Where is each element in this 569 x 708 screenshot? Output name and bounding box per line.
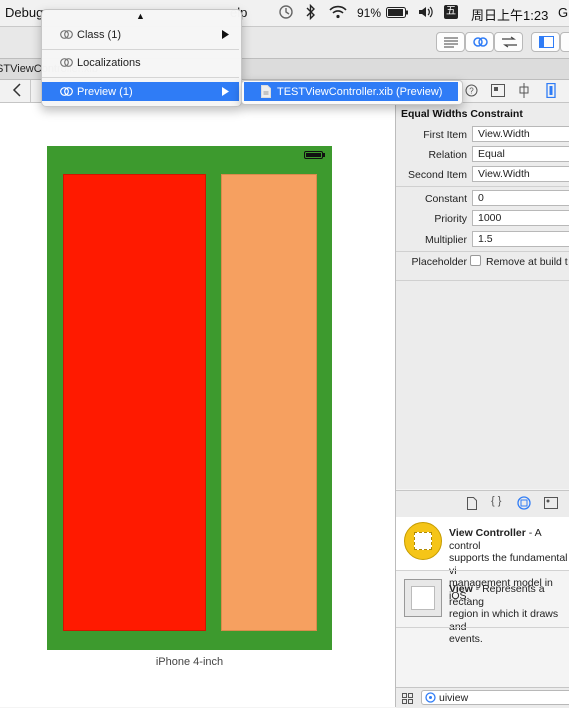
library-filter-value: uiview — [439, 692, 469, 704]
relation-label: Relation — [428, 149, 467, 161]
left-red-view[interactable] — [63, 174, 206, 631]
view-description: View - Represents a rectang region in wh… — [449, 583, 559, 645]
media-library-icon[interactable] — [544, 496, 558, 513]
inspector-section-title: Equal Widths Constraint — [401, 108, 523, 120]
constant-label: Constant — [424, 193, 467, 205]
code-snippet-icon[interactable]: { } — [491, 495, 501, 507]
identity-inspector-icon[interactable] — [491, 84, 505, 100]
svg-text:?: ? — [469, 87, 474, 96]
menu-scroll-up-icon[interactable]: ▲ — [136, 11, 145, 21]
wifi-icon[interactable] — [329, 5, 347, 22]
file-template-icon[interactable] — [467, 497, 477, 513]
library-tabs: { } — [396, 490, 569, 518]
assistant-rings-icon — [473, 37, 488, 47]
view-controller-icon — [404, 522, 442, 560]
multiplier-label: Multiplier — [424, 234, 467, 246]
filter-object-icon — [425, 692, 436, 706]
sidebar-left-icon — [539, 36, 554, 48]
jump-bar-divider — [30, 80, 31, 102]
library-separator — [396, 570, 569, 571]
menu-clock[interactable]: 周日上午1:23 — [471, 5, 548, 24]
menu-separator — [42, 49, 239, 50]
device-battery-icon — [304, 151, 323, 159]
device-label: iPhone 4-inch — [155, 656, 224, 668]
help-icon[interactable]: ? — [465, 84, 478, 100]
library-separator — [396, 627, 569, 628]
version-editor-button[interactable] — [494, 32, 523, 52]
constant-field[interactable]: 0 — [472, 190, 569, 206]
library-filter-field[interactable]: uiview — [421, 690, 569, 705]
debug-toggle-button[interactable] — [560, 32, 569, 52]
swap-arrows-icon — [502, 36, 517, 48]
second-item-label: Second Item — [408, 169, 467, 181]
grid-view-icon[interactable] — [402, 693, 413, 707]
inspector-separator — [396, 280, 569, 281]
first-item-label: First Item — [423, 129, 467, 141]
placeholder-label: Placeholder — [411, 256, 467, 268]
submenu-arrow-icon — [222, 87, 229, 99]
device-battery-tip — [323, 153, 325, 157]
menu-item-preview[interactable]: Preview (1) — [77, 86, 133, 98]
assistant-rings-icon — [60, 29, 73, 43]
placeholder-checkbox-label: Remove at build t — [486, 256, 568, 268]
attributes-inspector-icon[interactable] — [518, 83, 530, 101]
menu-item-class[interactable]: Class (1) — [77, 29, 121, 41]
lines-icon — [444, 37, 458, 48]
time-machine-icon[interactable] — [278, 4, 294, 23]
assistant-editor-button[interactable] — [465, 32, 494, 52]
object-library-icon[interactable] — [517, 496, 531, 513]
multiplier-field[interactable]: 1.5 — [472, 231, 569, 247]
navigator-toggle-button[interactable] — [531, 32, 560, 52]
xib-file-icon — [261, 85, 271, 101]
back-chevron-icon[interactable] — [12, 83, 22, 100]
menu-separator — [42, 77, 239, 78]
priority-label: Priority — [434, 213, 467, 225]
submenu-item-preview-file[interactable]: TESTViewController.xib (Preview) — [277, 86, 442, 98]
right-orange-view[interactable] — [221, 174, 317, 631]
relation-popup[interactable]: Equal — [472, 146, 569, 162]
battery-icon[interactable] — [386, 7, 408, 21]
bluetooth-icon[interactable] — [305, 3, 317, 23]
submenu-arrow-icon — [222, 30, 229, 42]
placeholder-checkbox[interactable] — [470, 255, 481, 266]
volume-icon[interactable] — [418, 5, 434, 22]
menu-debug[interactable]: Debug — [5, 5, 43, 20]
inspector-separator — [396, 251, 569, 252]
view-icon — [404, 579, 442, 617]
inspector-separator — [396, 186, 569, 187]
input-method-icon[interactable]: 五 — [444, 5, 458, 19]
battery-percent: 91% — [357, 6, 382, 20]
size-inspector-icon[interactable] — [546, 82, 556, 101]
second-item-popup[interactable]: View.Width — [472, 166, 569, 182]
view-controller-title: View Controller — [449, 527, 526, 539]
priority-field[interactable]: 1000 — [472, 210, 569, 226]
menu-overflow[interactable]: G — [558, 5, 568, 20]
menu-item-localizations[interactable]: Localizations — [77, 57, 141, 69]
first-item-popup[interactable]: View.Width — [472, 126, 569, 142]
standard-editor-button[interactable] — [436, 32, 465, 52]
assistant-rings-icon — [60, 57, 73, 71]
view-title: View — [449, 583, 473, 595]
library-filter-bar: uiview — [396, 687, 569, 708]
assistant-rings-icon — [60, 86, 73, 100]
